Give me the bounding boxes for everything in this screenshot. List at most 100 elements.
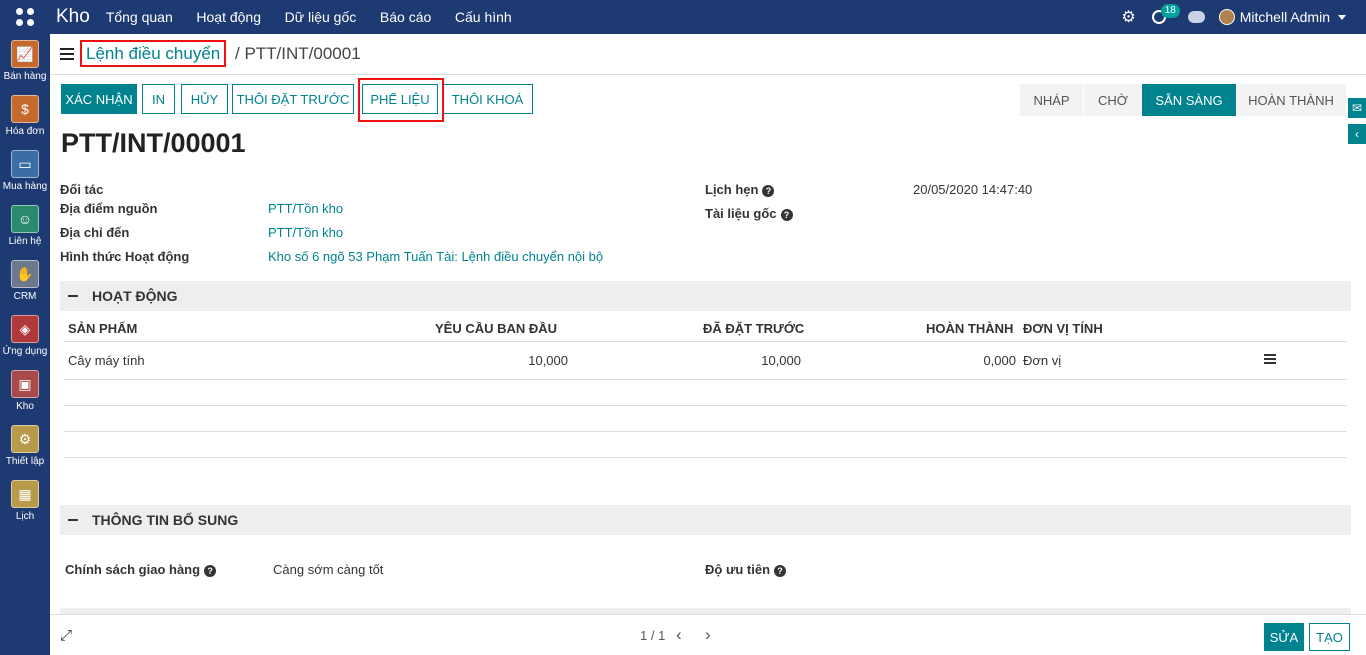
cell-initial-demand[interactable]: 10,000 xyxy=(500,353,568,368)
col-reserved[interactable]: ĐÃ ĐẶT TRƯỚC xyxy=(703,321,804,336)
sidebar-item-sales[interactable]: 📈 Bán hàng xyxy=(0,40,50,82)
user-name: Mitchell Admin xyxy=(1239,9,1330,25)
box-icon: ▣ xyxy=(11,370,39,398)
sidebar-item-crm[interactable]: ✋ CRM xyxy=(0,260,50,302)
divider xyxy=(64,431,1347,432)
chart-icon: 📈 xyxy=(11,40,39,68)
app-brand: Kho xyxy=(56,6,90,27)
sidebar-item-settings[interactable]: ⚙ Thiết lập xyxy=(0,425,50,467)
menu-configuration[interactable]: Cấu hình xyxy=(455,9,512,25)
scheduled-date-label: Lịch hẹn xyxy=(705,182,759,197)
sidebar-item-label: Liên hệ xyxy=(8,236,42,247)
sidebar-item-inventory[interactable]: ▣ Kho xyxy=(0,370,50,412)
sidebar-item-label: Lịch xyxy=(15,511,35,522)
detailed-operations-list-icon[interactable] xyxy=(1264,354,1276,366)
cell-reserved[interactable]: 10,000 xyxy=(733,353,801,368)
breadcrumb: Lệnh điều chuyển / PTT/INT/00001 xyxy=(80,40,361,67)
destination-value[interactable]: PTT/Tồn kho xyxy=(268,225,343,240)
breadcrumb-parent-link[interactable]: Lệnh điều chuyển xyxy=(80,40,227,67)
col-product[interactable]: SẢN PHẨM xyxy=(68,321,137,336)
top-navbar: Kho Tổng quan Hoạt động Dữ liệu gốc Báo … xyxy=(0,0,1366,34)
unreserve-button[interactable]: THÔI ĐẶT TRƯỚC xyxy=(232,84,354,114)
sidebar-item-apps[interactable]: ◈ Ứng dụng xyxy=(0,315,50,357)
divider xyxy=(64,405,1347,406)
col-initial-demand[interactable]: YÊU CẦU BAN ĐẦU xyxy=(435,321,557,336)
menu-overview[interactable]: Tổng quan xyxy=(106,9,173,25)
menu-reporting[interactable]: Báo cáo xyxy=(380,9,431,25)
unlock-button[interactable]: THÔI KHOÁ xyxy=(442,84,533,114)
cell-done[interactable]: 0,000 xyxy=(948,353,1016,368)
expand-icon[interactable]: ⤢ xyxy=(60,627,72,644)
help-icon: ? xyxy=(762,185,775,197)
status-draft[interactable]: NHÁP xyxy=(1020,84,1083,116)
activity-clock-icon[interactable]: 18 xyxy=(1150,4,1180,27)
avatar xyxy=(1218,9,1235,25)
status-ready[interactable]: SẴN SÀNG xyxy=(1142,84,1236,116)
status-done[interactable]: HOÀN THÀNH xyxy=(1236,84,1346,116)
help-icon: ? xyxy=(774,565,787,577)
chat-icon[interactable] xyxy=(1187,11,1205,23)
sidebar-item-invoicing[interactable]: $ Hóa đơn xyxy=(0,95,50,137)
main-menu: Tổng quan Hoạt động Dữ liệu gốc Báo cáo … xyxy=(106,9,532,25)
priority-label: Độ ưu tiên xyxy=(705,562,771,577)
handshake-icon: ✋ xyxy=(11,260,39,288)
edit-button[interactable]: SỬA xyxy=(1264,623,1304,651)
breadcrumb-current: PTT/INT/00001 xyxy=(244,44,361,63)
caret-down-icon xyxy=(1338,14,1346,20)
sidebar-item-label: Kho xyxy=(16,401,34,412)
control-panel: Lệnh điều chuyển / PTT/INT/00001 xyxy=(50,34,1366,75)
sidebar-item-purchase[interactable]: ▭ Mua hàng xyxy=(0,150,50,192)
collapse-minus-icon xyxy=(68,295,78,297)
operation-type-label: Hình thức Hoạt động xyxy=(60,249,190,264)
operation-type-value[interactable]: Kho số 6 ngõ 53 Phạm Tuấn Tài: Lệnh điều… xyxy=(268,249,603,264)
chatter-toggle-icon[interactable]: ✉ xyxy=(1348,98,1366,118)
source-location-label: Địa điểm nguồn xyxy=(60,201,158,216)
status-waiting[interactable]: CHỜ xyxy=(1084,84,1142,116)
cell-product[interactable]: Cây máy tính xyxy=(68,353,145,368)
col-uom[interactable]: ĐƠN VỊ TÍNH xyxy=(1023,321,1103,336)
shipping-policy-value[interactable]: Càng sớm càng tốt xyxy=(273,562,383,577)
source-location-value[interactable]: PTT/Tồn kho xyxy=(268,201,343,216)
gear-icon: ⚙ xyxy=(11,425,39,453)
sidebar-item-contacts[interactable]: ☺ Liên hệ xyxy=(0,205,50,247)
card-icon: ▭ xyxy=(11,150,39,178)
pager-next-icon[interactable]: › xyxy=(705,625,711,645)
sidebar-item-label: Ứng dụng xyxy=(2,346,48,357)
col-done[interactable]: HOÀN THÀNH xyxy=(926,321,1013,336)
divider xyxy=(64,341,1347,342)
cubes-icon: ◈ xyxy=(11,315,39,343)
operations-section-header[interactable]: HOẠT ĐỘNG xyxy=(60,281,1351,311)
partner-label: Đối tác xyxy=(60,182,104,197)
user-menu[interactable]: Mitchell Admin xyxy=(1218,9,1346,25)
invoice-icon: $ xyxy=(11,95,39,123)
hamburger-menu-icon[interactable] xyxy=(60,48,74,63)
sidebar-item-label: Mua hàng xyxy=(2,181,48,192)
menu-operations[interactable]: Hoạt động xyxy=(196,9,261,25)
app-sidebar: 📈 Bán hàng $ Hóa đơn ▭ Mua hàng ☺ Liên h… xyxy=(0,34,50,655)
menu-master-data[interactable]: Dữ liệu gốc xyxy=(285,9,357,25)
sidebar-item-label: CRM xyxy=(13,291,37,302)
cancel-button[interactable]: HỦY xyxy=(181,84,228,114)
source-document-label: Tài liệu gốc xyxy=(705,206,777,221)
sidebar-item-label: Hóa đơn xyxy=(5,126,45,137)
additional-info-section-title: THÔNG TIN BỔ SUNG xyxy=(92,512,239,528)
create-button[interactable]: TẠO xyxy=(1309,623,1350,651)
contact-icon: ☺ xyxy=(11,205,39,233)
apps-menu-icon[interactable] xyxy=(0,0,50,34)
highlight-box xyxy=(358,78,444,122)
additional-info-section-header[interactable]: THÔNG TIN BỔ SUNG xyxy=(60,505,1351,535)
pager-value[interactable]: 1 / 1 xyxy=(640,628,665,643)
operations-section-title: HOẠT ĐỘNG xyxy=(92,288,178,304)
sidebar-item-calendar[interactable]: ▦ Lịch xyxy=(0,480,50,522)
collapse-chevron-icon[interactable]: ‹ xyxy=(1348,124,1366,144)
print-button[interactable]: IN xyxy=(142,84,175,114)
record-title: PTT/INT/00001 xyxy=(61,128,246,158)
pager-previous-icon[interactable]: ‹ xyxy=(676,625,682,645)
divider xyxy=(64,457,1347,458)
source-document-field: Tài liệu gốc? xyxy=(705,206,793,221)
confirm-button[interactable]: XÁC NHẬN xyxy=(61,84,137,114)
cell-uom[interactable]: Đơn vị xyxy=(1023,353,1061,368)
breadcrumb-separator: / xyxy=(234,44,240,63)
settings-gear-icon[interactable]: ⚙ xyxy=(1121,7,1135,27)
scheduled-date-field: Lịch hẹn? xyxy=(705,182,775,197)
